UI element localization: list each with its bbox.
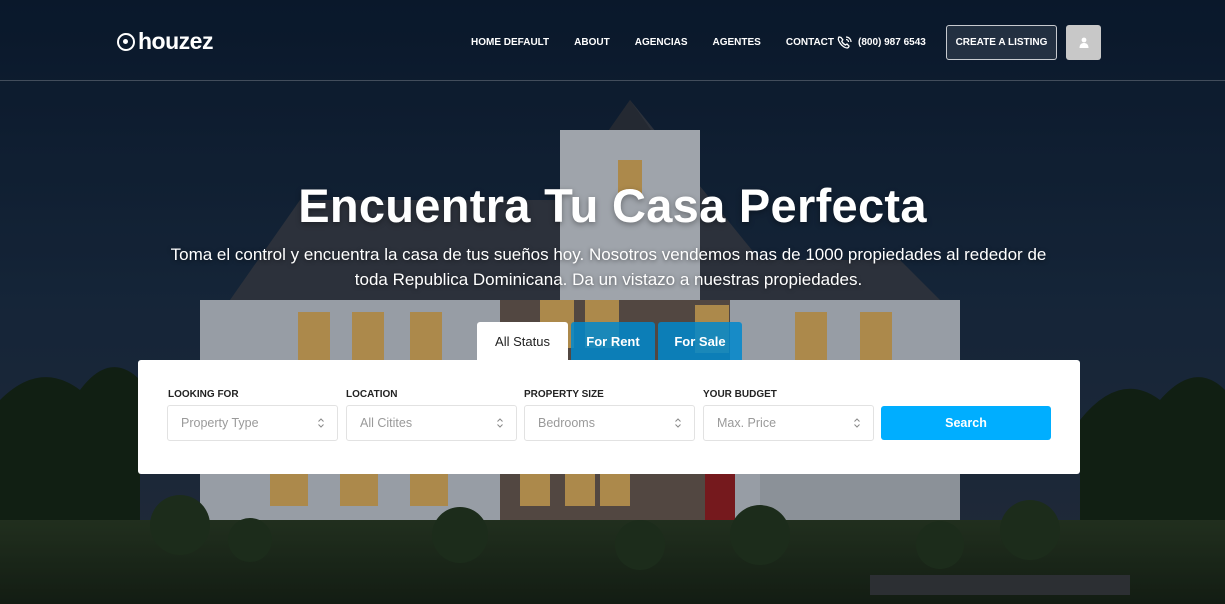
location-label: LOCATION	[346, 389, 398, 400]
user-icon	[1079, 37, 1088, 48]
max-price-value: Max. Price	[717, 416, 777, 430]
budget-label: YOUR BUDGET	[703, 389, 777, 400]
nav-agencias[interactable]: AGENCIAS	[635, 37, 688, 48]
nav-contact[interactable]: CONTACT	[786, 37, 834, 48]
bedrooms-select[interactable]: Bedrooms	[524, 405, 695, 441]
brand-name: houzez	[138, 28, 213, 54]
hero-section: houzez HOME DEFAULT ABOUT AGENCIAS AGENT…	[0, 0, 1225, 604]
property-size-label: PROPERTY SIZE	[524, 389, 604, 400]
looking-for-label: LOOKING FOR	[168, 389, 239, 400]
tab-for-rent[interactable]: For Rent	[571, 322, 655, 360]
logo-pin-icon	[117, 32, 135, 51]
create-listing-button[interactable]: CREATE A LISTING	[946, 25, 1057, 60]
top-navbar: houzez HOME DEFAULT ABOUT AGENCIAS AGENT…	[0, 0, 1225, 81]
property-type-value: Property Type	[181, 416, 259, 430]
search-button[interactable]: Search	[881, 406, 1051, 440]
select-caret-icon	[854, 418, 860, 428]
hero-title: Encuentra Tu Casa Perfecta	[298, 179, 927, 232]
select-caret-icon	[497, 418, 503, 428]
location-select[interactable]: All Citites	[346, 405, 517, 441]
phone-number: (800) 987 6543	[858, 37, 926, 48]
select-caret-icon	[675, 418, 681, 428]
brand-logo[interactable]: houzez	[117, 28, 213, 55]
nav-agentes[interactable]: AGENTES	[713, 37, 761, 48]
hero-subtitle: Toma el control y encuentra la casa de t…	[170, 245, 1047, 289]
search-panel: LOOKING FOR Property Type LOCATION All C…	[138, 360, 1080, 474]
status-tabs: All Status For Rent For Sale	[477, 322, 742, 360]
tab-all-status[interactable]: All Status	[477, 322, 568, 360]
user-account-button[interactable]	[1066, 25, 1101, 60]
nav-home-default[interactable]: HOME DEFAULT	[471, 37, 549, 48]
main-menu: HOME DEFAULT ABOUT AGENCIAS AGENTES CONT…	[471, 37, 834, 48]
hero-overlay	[0, 0, 1225, 604]
select-caret-icon	[318, 418, 324, 428]
phone-icon	[837, 36, 852, 49]
nav-about[interactable]: ABOUT	[574, 37, 610, 48]
property-type-select[interactable]: Property Type	[167, 405, 338, 441]
location-value: All Citites	[360, 416, 413, 430]
bedrooms-value: Bedrooms	[538, 416, 595, 430]
tab-for-sale[interactable]: For Sale	[658, 322, 742, 360]
phone-link[interactable]: (800) 987 6543	[836, 35, 926, 50]
max-price-select[interactable]: Max. Price	[703, 405, 874, 441]
